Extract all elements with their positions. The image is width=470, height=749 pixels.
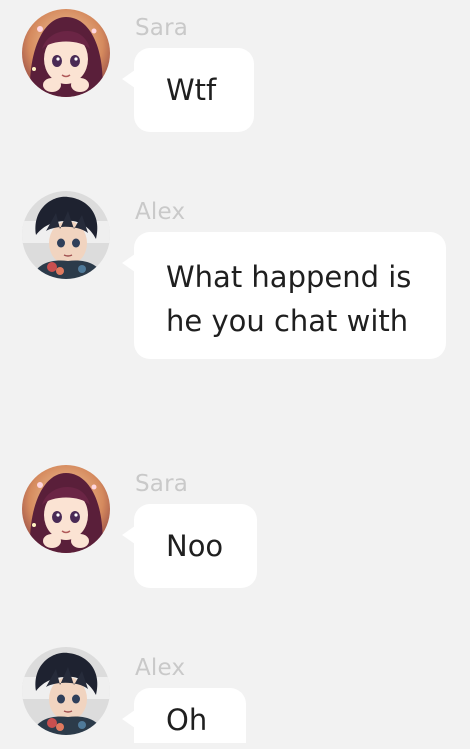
sender-name: Alex (135, 199, 186, 225)
message-text: What happend is he you chat with (166, 259, 412, 338)
message-bubble[interactable]: Noo (122, 504, 257, 588)
message-bubble[interactable]: Wtf (122, 48, 254, 132)
alex-avatar[interactable] (22, 191, 110, 279)
bubble-tail (122, 70, 135, 88)
message-bubble[interactable]: Oh (122, 688, 246, 749)
sara-avatar[interactable] (22, 9, 110, 97)
sender-name: Alex (135, 655, 186, 681)
message-bubble[interactable]: What happend is he you chat with (122, 232, 446, 359)
sara-avatar[interactable] (22, 465, 110, 553)
anime-boy-avatar-icon (22, 647, 110, 735)
sender-name: Sara (135, 471, 189, 497)
bubble-tail (122, 254, 135, 272)
sender-name: Sara (135, 15, 189, 41)
alex-avatar[interactable] (22, 647, 110, 735)
message-text: Noo (166, 529, 224, 563)
anime-girl-avatar-icon (22, 9, 110, 97)
anime-girl-avatar-icon (22, 465, 110, 553)
anime-boy-avatar-icon (22, 191, 110, 279)
message-text: Wtf (166, 73, 217, 107)
bubble-tail (122, 526, 135, 544)
bottom-edge (0, 743, 470, 749)
bubble-tail (122, 710, 135, 728)
message-text: Oh (166, 703, 208, 737)
